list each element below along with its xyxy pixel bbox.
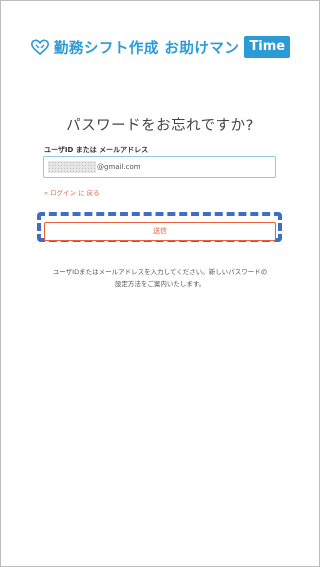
instruction-line-2: 設定方法をご案内いたします。	[114, 280, 206, 288]
field-value-suffix: @gmail.com	[97, 163, 141, 171]
app-logo: 勤務シフト作成 お助けマン Time	[0, 34, 320, 60]
instruction-text: ユーザIDまたはメールアドレスを入力してください。新しいパスワードの 設定方法を…	[40, 266, 280, 290]
send-button[interactable]: 送信	[44, 222, 276, 241]
logo-badge: Time	[244, 36, 291, 58]
user-field-label: ユーザID または メールアドレス	[44, 146, 149, 154]
page-title: パスワードをお忘れですか?	[66, 118, 254, 134]
redacted-value	[48, 161, 96, 173]
heart-hands-icon	[30, 39, 49, 56]
user-id-or-email-input[interactable]: @gmail.com	[43, 156, 276, 178]
back-to-login-link[interactable]: « ログイン に 戻る	[44, 187, 100, 197]
instruction-line-1: ユーザIDまたはメールアドレスを入力してください。新しいパスワードの	[52, 268, 268, 276]
logo-text: 勤務シフト作成 お助けマン	[53, 40, 240, 57]
